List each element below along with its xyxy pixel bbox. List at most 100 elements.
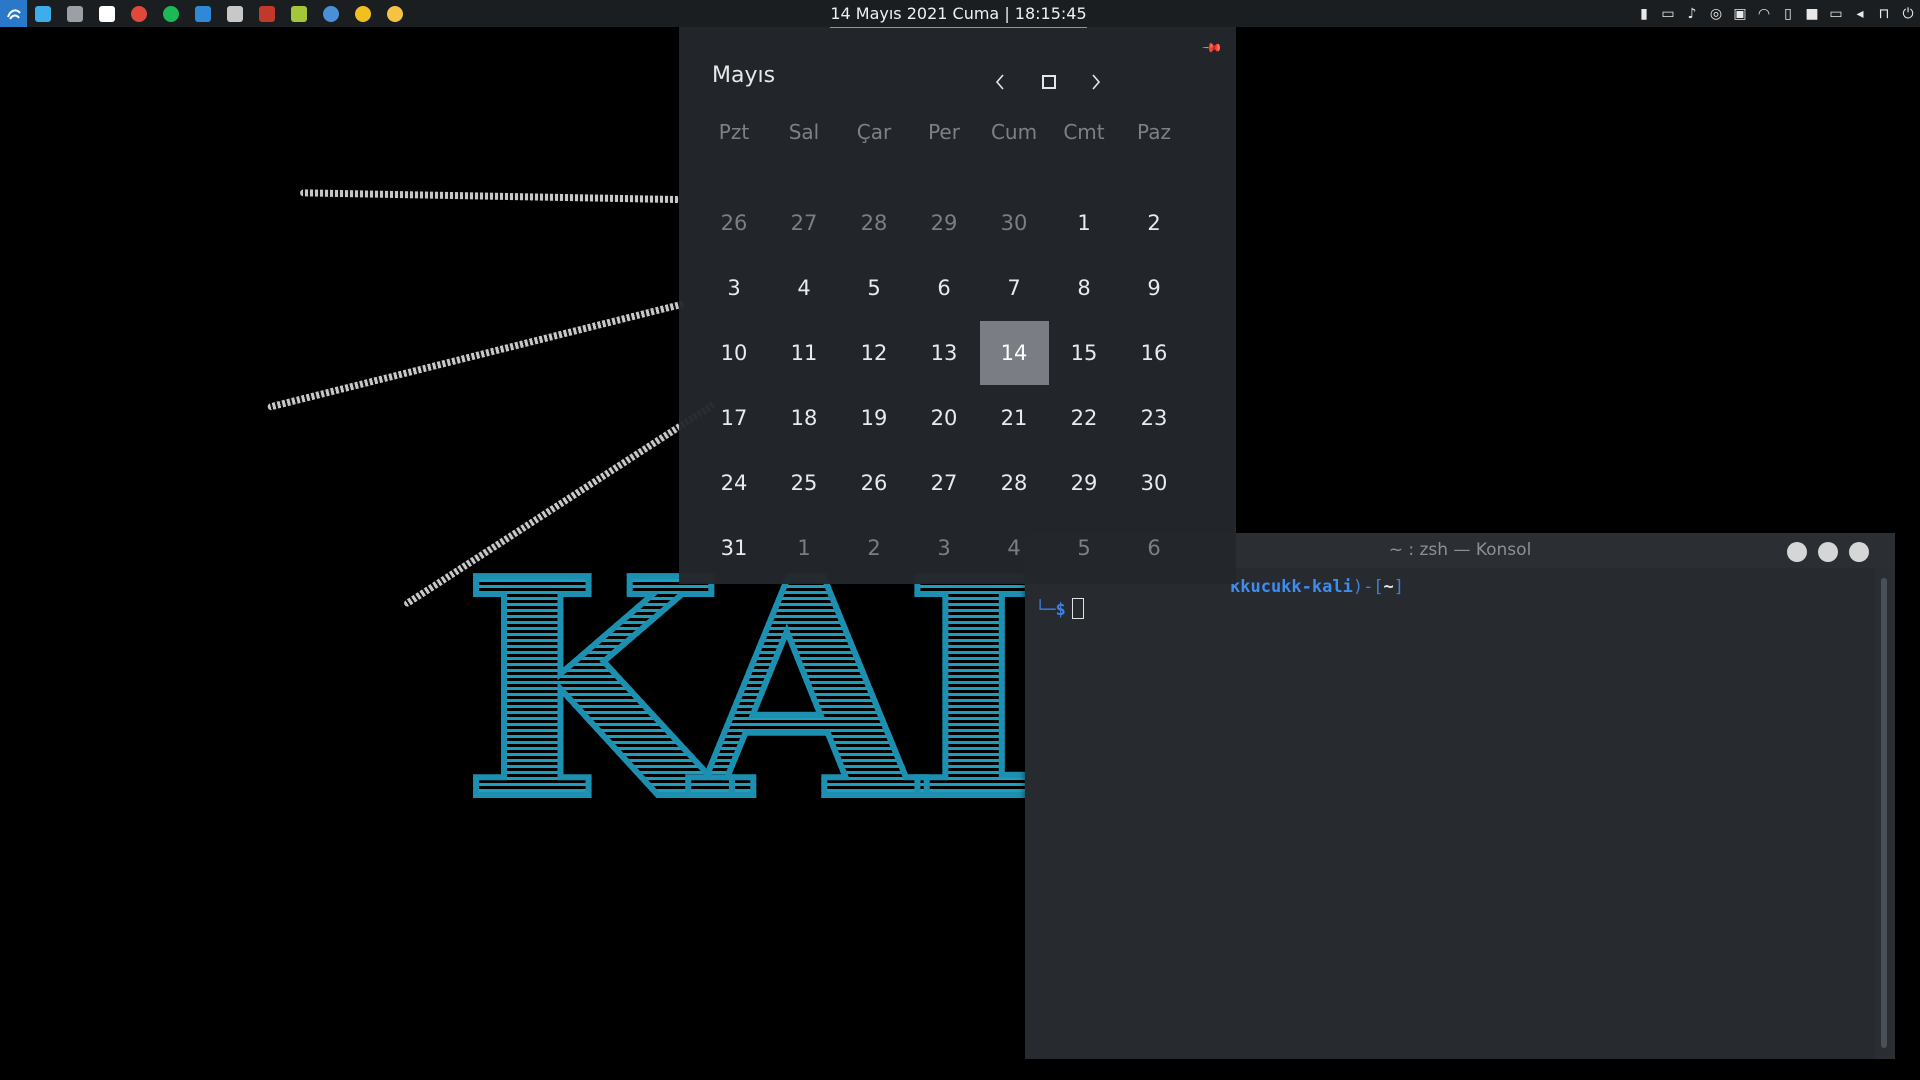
previous-month-button[interactable] bbox=[985, 67, 1015, 97]
calendar-day[interactable]: 29 bbox=[1049, 450, 1119, 515]
launcher-kde-connect[interactable] bbox=[27, 0, 59, 27]
calendar-day[interactable]: 21 bbox=[979, 385, 1049, 450]
kdeconnect-tray-icon[interactable]: ▣ bbox=[1728, 0, 1752, 27]
calendar-day[interactable]: 27 bbox=[909, 450, 979, 515]
white-box-icon[interactable]: ■ bbox=[1800, 0, 1824, 27]
launcher-folder[interactable] bbox=[91, 0, 123, 27]
calendar-day[interactable]: 6 bbox=[1119, 515, 1189, 580]
close-button[interactable] bbox=[1849, 542, 1869, 562]
calendar-day[interactable]: 15 bbox=[1049, 320, 1119, 385]
maximize-button[interactable] bbox=[1818, 542, 1838, 562]
application-menu-button[interactable] bbox=[0, 0, 27, 27]
status-icon[interactable]: ◎ bbox=[1704, 0, 1728, 27]
launcher-terminal[interactable] bbox=[219, 0, 251, 27]
calendar-day[interactable]: 11 bbox=[769, 320, 839, 385]
launcher-vscode[interactable] bbox=[187, 0, 219, 27]
digital-clock[interactable]: 14 Mayıs 2021 Cuma | 18:15:45 bbox=[830, 0, 1087, 28]
calendar-day[interactable]: 23 bbox=[1119, 385, 1189, 450]
calendar-day[interactable]: 1 bbox=[1049, 190, 1119, 255]
calendar-day[interactable]: 28 bbox=[839, 190, 909, 255]
calendar-day[interactable]: 22 bbox=[1049, 385, 1119, 450]
next-month-button[interactable] bbox=[1081, 67, 1111, 97]
calendar-day[interactable]: 20 bbox=[909, 385, 979, 450]
battery-icon[interactable]: ▯ bbox=[1776, 0, 1800, 27]
calendar-day[interactable]: 3 bbox=[909, 515, 979, 580]
konsole-window: ~ : zsh — Konsol kkucukk-kali)-[~] └─$ bbox=[1025, 533, 1895, 1059]
terminal-scrollbar[interactable] bbox=[1881, 578, 1887, 1048]
calendar-day[interactable]: 17 bbox=[699, 385, 769, 450]
launcher-browser[interactable] bbox=[315, 0, 347, 27]
volume-icon[interactable]: ◂ bbox=[1848, 0, 1872, 27]
day-number: 24 bbox=[720, 470, 748, 495]
scrollbar-thumb[interactable] bbox=[1881, 578, 1887, 1048]
calendar-day[interactable]: 30 bbox=[979, 190, 1049, 255]
square-icon bbox=[1042, 75, 1056, 89]
calendar-week-row: 26 27 28 29 30 1 2 bbox=[699, 190, 1189, 255]
calendar-day[interactable]: 31 bbox=[699, 515, 769, 580]
calendar-day[interactable]: 26 bbox=[699, 190, 769, 255]
calendar-day[interactable]: 10 bbox=[699, 320, 769, 385]
launcher-app[interactable] bbox=[251, 0, 283, 27]
calendar-day[interactable]: 7 bbox=[979, 255, 1049, 320]
calendar-day[interactable]: 4 bbox=[769, 255, 839, 320]
today-button[interactable] bbox=[1034, 67, 1064, 97]
power-icon[interactable]: ⏻ bbox=[1896, 0, 1920, 27]
dragon-claw-1 bbox=[299, 189, 681, 203]
day-number: 13 bbox=[930, 340, 958, 365]
calendar-day[interactable]: 2 bbox=[839, 515, 909, 580]
day-number: 2 bbox=[867, 535, 881, 560]
kali-menu-icon bbox=[6, 8, 21, 20]
wifi-icon[interactable]: ◠ bbox=[1752, 0, 1776, 27]
calendar-day[interactable]: 1 bbox=[769, 515, 839, 580]
calendar-day[interactable]: 3 bbox=[699, 255, 769, 320]
calendar-day[interactable]: 5 bbox=[1049, 515, 1119, 580]
calendar-day-today[interactable]: 14 bbox=[979, 320, 1049, 385]
calendar-day[interactable]: 26 bbox=[839, 450, 909, 515]
calendar-day[interactable]: 19 bbox=[839, 385, 909, 450]
android-icon bbox=[291, 5, 307, 22]
terminal-area[interactable]: kkucukk-kali)-[~] └─$ bbox=[1025, 568, 1875, 1059]
network-icon[interactable]: ▭ bbox=[1824, 0, 1848, 27]
kali-logo: KALI bbox=[459, 537, 1238, 880]
day-number: 4 bbox=[1007, 535, 1021, 560]
spotify-icon bbox=[163, 5, 179, 22]
calendar-day[interactable]: 4 bbox=[979, 515, 1049, 580]
calendar-day[interactable]: 24 bbox=[699, 450, 769, 515]
pin-icon[interactable]: 📌 bbox=[1201, 37, 1223, 59]
calendar-day[interactable]: 18 bbox=[769, 385, 839, 450]
minimize-button[interactable] bbox=[1787, 542, 1807, 562]
dragon-claw-2 bbox=[266, 300, 686, 411]
day-number: 1 bbox=[1077, 210, 1091, 235]
prompt-bracket-close: ] bbox=[1393, 577, 1405, 597]
launcher-chrome[interactable] bbox=[123, 0, 155, 27]
display-icon[interactable]: ▭ bbox=[1656, 0, 1680, 27]
day-number: 17 bbox=[720, 405, 748, 430]
calendar-day[interactable]: 29 bbox=[909, 190, 979, 255]
weekday-label: Pzt bbox=[718, 119, 750, 144]
calendar-day[interactable]: 2 bbox=[1119, 190, 1189, 255]
launcher-gnome[interactable] bbox=[347, 0, 379, 27]
launcher-android[interactable] bbox=[283, 0, 315, 27]
clipboard-icon[interactable]: ▮ bbox=[1632, 0, 1656, 27]
calendar-day[interactable]: 16 bbox=[1119, 320, 1189, 385]
calendar-day[interactable]: 13 bbox=[909, 320, 979, 385]
calendar-day[interactable]: 6 bbox=[909, 255, 979, 320]
calendar-day[interactable]: 27 bbox=[769, 190, 839, 255]
calendar-week-row: 3 4 5 6 7 8 9 bbox=[699, 255, 1189, 320]
lock-icon[interactable]: ⊓ bbox=[1872, 0, 1896, 27]
day-number: 6 bbox=[1147, 535, 1161, 560]
calendar-day[interactable]: 25 bbox=[769, 450, 839, 515]
day-number: 23 bbox=[1140, 405, 1168, 430]
calendar-day[interactable]: 9 bbox=[1119, 255, 1189, 320]
calendar-day[interactable]: 8 bbox=[1049, 255, 1119, 320]
calendar-day[interactable]: 28 bbox=[979, 450, 1049, 515]
calendar-day[interactable]: 12 bbox=[839, 320, 909, 385]
launcher-spotify[interactable] bbox=[155, 0, 187, 27]
launcher-window[interactable] bbox=[59, 0, 91, 27]
system-tray: ▮ ▭ ♪ ◎ ▣ ◠ ▯ ■ ▭ ◂ ⊓ ⏻ bbox=[1632, 0, 1920, 27]
notifications-icon[interactable]: ♪ bbox=[1680, 0, 1704, 27]
calendar-day[interactable]: 30 bbox=[1119, 450, 1189, 515]
launcher-emoji[interactable] bbox=[379, 0, 411, 27]
calendar-day[interactable]: 5 bbox=[839, 255, 909, 320]
app-icon bbox=[259, 5, 275, 22]
